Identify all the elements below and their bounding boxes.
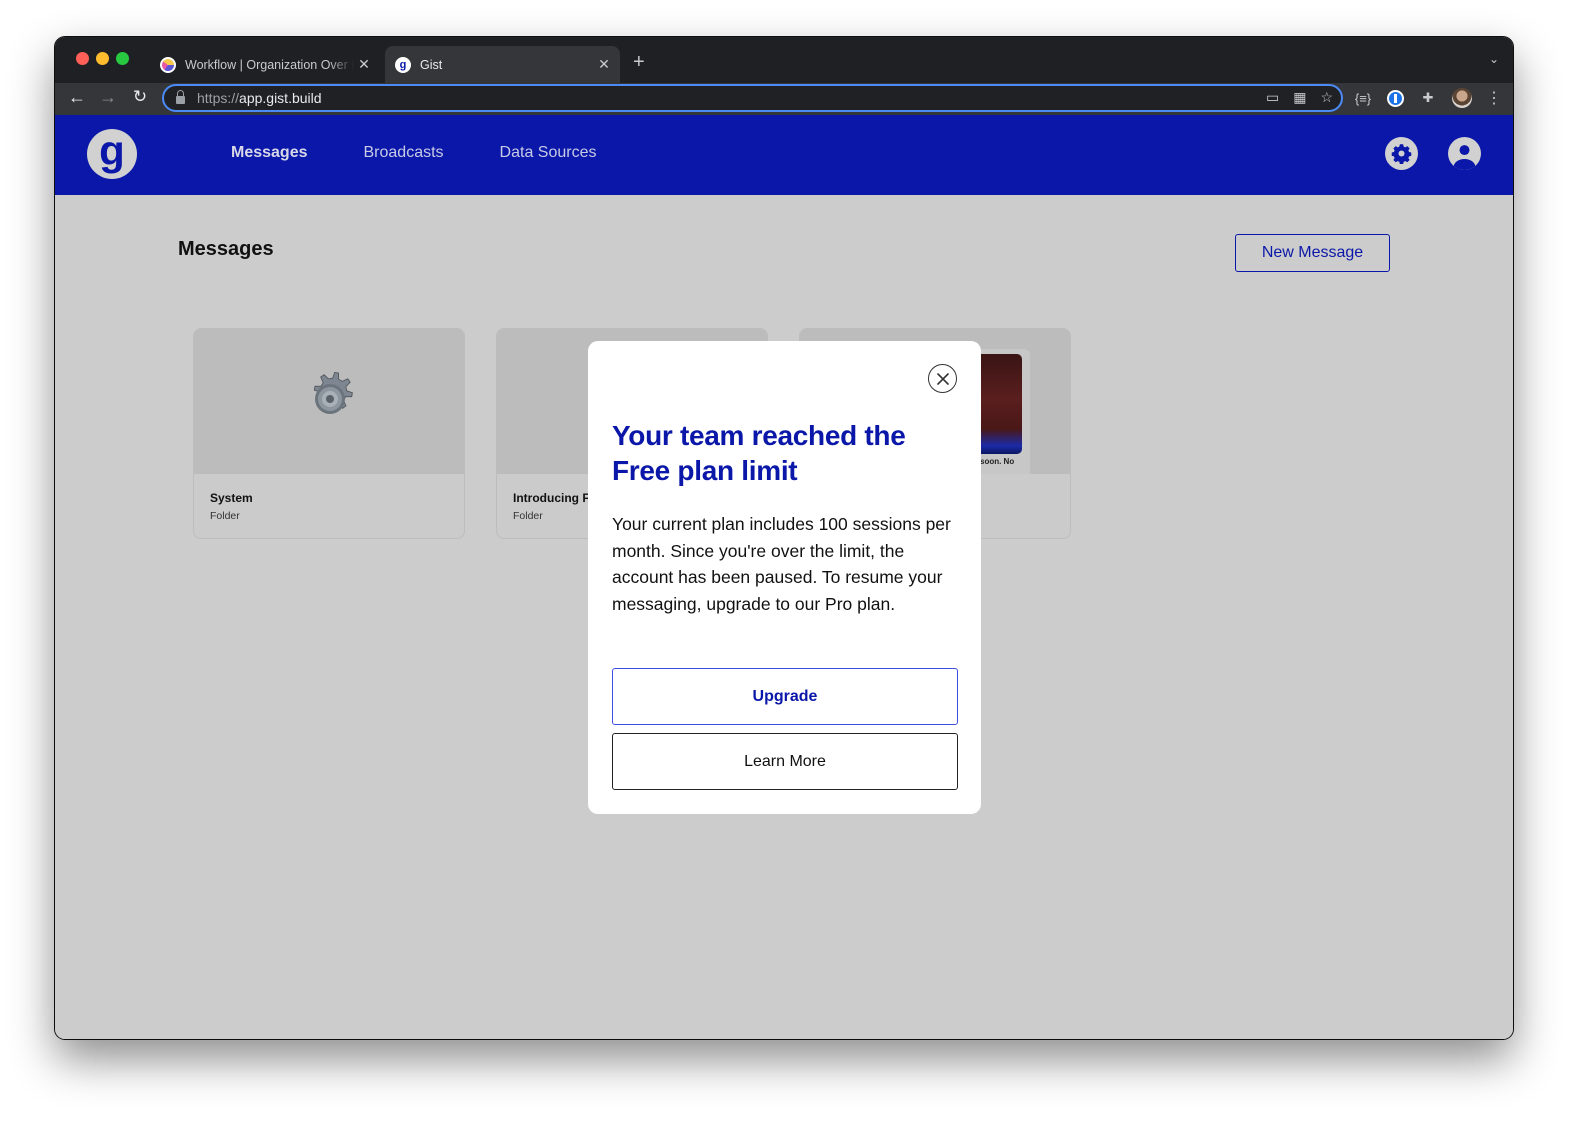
profile-avatar[interactable]: [1452, 88, 1472, 108]
extensions-puzzle-icon[interactable]: ✚: [1418, 90, 1438, 106]
card-type: Folder: [210, 510, 240, 522]
page-title: Messages: [178, 238, 274, 260]
password-manager-extension-icon[interactable]: [1387, 89, 1404, 107]
close-window-button[interactable]: [76, 52, 89, 65]
preview-caption: soon. No: [980, 457, 1015, 466]
address-bar[interactable]: https:// app.gist.build ▭ ▦ ☆: [162, 84, 1343, 112]
bookmark-star-icon[interactable]: ☆: [1320, 89, 1333, 106]
folder-card-system[interactable]: System Folder: [193, 328, 465, 539]
main-nav: Messages Broadcasts Data Sources: [231, 144, 596, 162]
modal-title: Your team reached the Free plan limit: [612, 420, 906, 486]
modal-body: Your current plan includes 100 sessions …: [612, 514, 951, 615]
json-viewer-extension-icon[interactable]: {≡}: [1353, 91, 1373, 106]
new-tab-button[interactable]: +: [633, 51, 645, 74]
tab-close-icon[interactable]: ✕: [354, 56, 374, 73]
qr-code-icon[interactable]: ▦: [1293, 89, 1306, 106]
nav-broadcasts[interactable]: Broadcasts: [364, 144, 444, 162]
nav-messages[interactable]: Messages: [231, 144, 308, 162]
url-scheme: https://: [197, 90, 240, 106]
settings-gear-icon[interactable]: [1385, 137, 1418, 170]
maximize-window-button[interactable]: [116, 52, 129, 65]
minimize-window-button[interactable]: [96, 52, 109, 65]
close-icon: [936, 372, 949, 385]
upgrade-button[interactable]: Upgrade: [612, 668, 958, 725]
browser-toolbar: ← → ↻ https:// app.gist.build ▭ ▦ ☆ {≡} …: [55, 83, 1513, 115]
gist-favicon-icon: g: [395, 56, 411, 73]
card-thumbnail: [194, 329, 464, 474]
tab-strip: Workflow | Organization Over L ✕ g Gist …: [55, 37, 1513, 83]
tab-search-chevron-icon[interactable]: ⌄: [1489, 52, 1499, 66]
tab-workflow[interactable]: Workflow | Organization Over L ✕: [150, 46, 380, 83]
plan-limit-modal: Your team reached the Free plan limit Yo…: [588, 341, 981, 814]
browser-menu-icon[interactable]: ⋮: [1486, 88, 1502, 108]
messages-page: Messages New Message System Folder Intro…: [55, 195, 1513, 1039]
tab-title: Workflow | Organization Over L: [185, 57, 354, 72]
card-name: System: [210, 491, 253, 505]
back-arrow-icon[interactable]: ←: [65, 87, 89, 108]
cast-device-icon[interactable]: ▭: [1266, 89, 1279, 106]
tab-gist[interactable]: g Gist ✕: [385, 46, 620, 83]
tab-title: Gist: [420, 57, 443, 72]
app-header: g Messages Broadcasts Data Sources: [55, 115, 1513, 195]
lock-icon: [176, 90, 185, 104]
tab-close-icon[interactable]: ✕: [594, 56, 614, 73]
user-account-icon[interactable]: [1448, 137, 1481, 170]
learn-more-button[interactable]: Learn More: [612, 733, 958, 790]
gear-icon: [313, 371, 353, 414]
reload-icon[interactable]: ↻: [128, 87, 152, 107]
modal-close-button[interactable]: [928, 364, 957, 393]
forward-arrow-icon[interactable]: →: [96, 87, 120, 108]
browser-window: Workflow | Organization Over L ✕ g Gist …: [55, 37, 1513, 1039]
nav-data-sources[interactable]: Data Sources: [500, 144, 597, 162]
workflow-favicon-icon: [160, 56, 176, 73]
new-message-button[interactable]: New Message: [1235, 234, 1390, 272]
gist-logo[interactable]: g: [87, 129, 137, 179]
url-host: app.gist.build: [239, 90, 322, 106]
